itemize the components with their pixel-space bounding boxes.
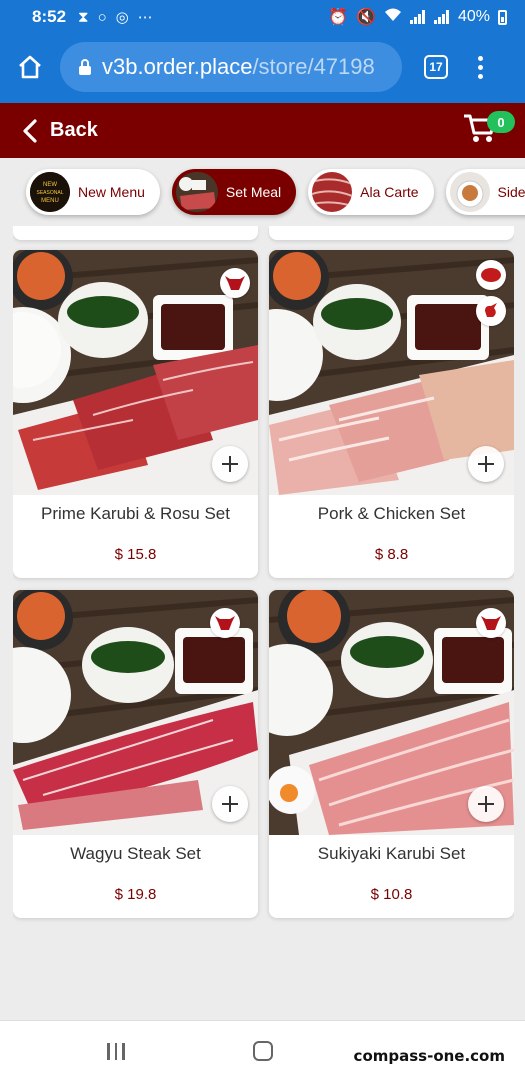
plus-icon bbox=[222, 456, 238, 472]
status-bar: 8:52 ⧗ ○ ◎ ⋯ ⏰ 🔇 40% bbox=[0, 0, 525, 34]
category-label: Side Dish bbox=[497, 184, 525, 200]
product-name: Wagyu Steak Set bbox=[70, 844, 201, 863]
system-nav-bar: compass-one.com bbox=[0, 1020, 525, 1080]
cart-count-badge: 0 bbox=[487, 111, 515, 133]
circle-icon: ○ bbox=[97, 8, 107, 26]
browser-home-button[interactable] bbox=[0, 40, 60, 94]
category-label: New Menu bbox=[78, 184, 145, 200]
home-icon bbox=[19, 55, 41, 79]
product-name: Pork & Chicken Set bbox=[317, 504, 466, 523]
watermark: compass-one.com bbox=[353, 1047, 505, 1065]
signal-icon-2 bbox=[433, 10, 450, 24]
wifi-icon bbox=[384, 7, 402, 27]
url-path: /store/47198 bbox=[252, 54, 375, 79]
back-label: Back bbox=[50, 119, 98, 141]
chevron-left-icon bbox=[23, 118, 37, 143]
browser-chrome: 8:52 ⧗ ○ ◎ ⋯ ⏰ 🔇 40% v3b.order.place/sto… bbox=[0, 0, 525, 103]
add-to-cart-button[interactable] bbox=[212, 446, 248, 482]
svg-text:SEASONAL: SEASONAL bbox=[37, 190, 64, 196]
add-to-cart-button[interactable] bbox=[468, 786, 504, 822]
plus-icon bbox=[478, 796, 494, 812]
recent-apps-button[interactable] bbox=[107, 1043, 125, 1060]
url-row: v3b.order.place/store/47198 17 bbox=[0, 40, 525, 94]
alarm-icon: ⏰ bbox=[328, 9, 349, 26]
product-card[interactable]: Wagyu Steak Set $ 19.8 bbox=[13, 590, 258, 918]
svg-text:MENU: MENU bbox=[41, 198, 59, 204]
previous-card-stub bbox=[13, 226, 258, 240]
ala-carte-thumb bbox=[312, 172, 353, 212]
app-header: Back 0 bbox=[0, 103, 525, 158]
battery-icon bbox=[498, 9, 507, 25]
pork-icon bbox=[476, 260, 506, 290]
url-bar[interactable]: v3b.order.place/store/47198 bbox=[60, 42, 402, 92]
side-dish-thumb bbox=[449, 172, 490, 212]
product-image bbox=[13, 250, 258, 495]
category-label: Ala Carte bbox=[360, 184, 419, 200]
new-menu-thumb: NEW SEASONAL MENU bbox=[30, 172, 70, 212]
chicken-icon bbox=[476, 296, 506, 326]
product-card[interactable]: Sukiyaki Karubi Set $ 10.8 bbox=[269, 590, 514, 918]
more-notifications-icon: ⋯ bbox=[137, 9, 153, 26]
product-price: $ 15.8 bbox=[114, 546, 157, 563]
system-home-button[interactable] bbox=[253, 1041, 273, 1061]
product-price: $ 19.8 bbox=[114, 886, 157, 903]
add-to-cart-button[interactable] bbox=[212, 786, 248, 822]
product-name: Prime Karubi & Rosu Set bbox=[41, 504, 230, 523]
signal-icon bbox=[409, 10, 426, 24]
category-new-menu[interactable]: NEW SEASONAL MENU New Menu bbox=[26, 169, 160, 215]
hourglass-icon: ⧗ bbox=[78, 8, 89, 26]
category-side-dish[interactable]: Side Dish bbox=[445, 169, 525, 215]
battery-text: 40% bbox=[457, 8, 490, 25]
product-name: Sukiyaki Karubi Set bbox=[317, 844, 466, 863]
add-to-cart-button[interactable] bbox=[468, 446, 504, 482]
lock-icon bbox=[79, 58, 91, 75]
url-domain: v3b.order.place bbox=[102, 54, 253, 79]
product-price: $ 8.8 bbox=[374, 546, 409, 563]
status-time: 8:52 bbox=[32, 7, 67, 26]
set-meal-thumb bbox=[175, 172, 218, 212]
product-card[interactable]: Pork & Chicken Set $ 8.8 bbox=[269, 250, 514, 578]
category-bar: NEW SEASONAL MENU New Menu Set Meal Ala Ca… bbox=[0, 158, 525, 226]
product-image bbox=[269, 250, 514, 495]
plus-icon bbox=[478, 456, 494, 472]
category-set-meal[interactable]: Set Meal bbox=[171, 169, 297, 215]
category-ala-carte[interactable]: Ala Carte bbox=[308, 169, 434, 215]
product-price: $ 10.8 bbox=[370, 886, 413, 903]
product-image bbox=[269, 590, 514, 835]
beef-icon bbox=[476, 608, 506, 638]
product-grid: Prime Karubi & Rosu Set $ 15.8 Pork & Ch… bbox=[13, 226, 514, 1020]
mute-icon: 🔇 bbox=[356, 9, 376, 26]
product-card[interactable]: Prime Karubi & Rosu Set $ 15.8 bbox=[13, 250, 258, 578]
beef-icon bbox=[210, 608, 240, 638]
cart-button[interactable]: 0 bbox=[463, 111, 515, 151]
whatsapp-icon: ◎ bbox=[115, 9, 129, 26]
back-button[interactable]: Back bbox=[22, 118, 98, 143]
plus-icon bbox=[222, 796, 238, 812]
svg-text:NEW: NEW bbox=[43, 182, 57, 188]
category-label: Set Meal bbox=[225, 184, 282, 200]
browser-menu-button[interactable] bbox=[478, 55, 483, 79]
tab-switcher-button[interactable]: 17 bbox=[424, 55, 448, 79]
previous-card-stub bbox=[269, 226, 514, 240]
product-image bbox=[13, 590, 258, 835]
beef-icon bbox=[220, 268, 250, 298]
